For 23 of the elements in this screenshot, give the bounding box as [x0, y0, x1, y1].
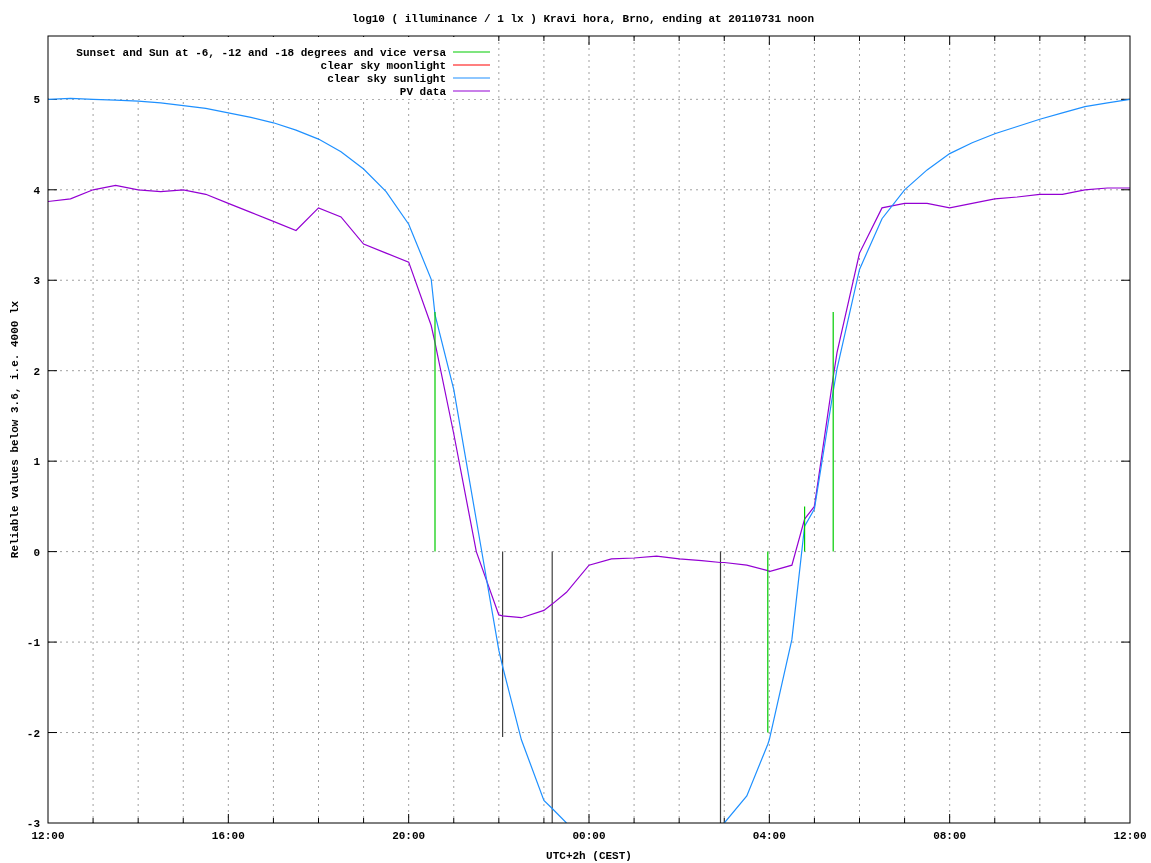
chart-title: log10 ( illuminance / 1 lx ) Kravi hora, Brno, ending at 20110731 noon — [351, 13, 815, 25]
legend-label: clear sky sunlight — [327, 73, 446, 85]
axis-tick-label: -1 — [26, 637, 40, 650]
legend-label: clear sky moonlight — [320, 60, 446, 72]
axis-tick-label: 20:00 — [392, 830, 426, 842]
legend-label: PV data — [399, 86, 446, 98]
axis-tick-label: 08:00 — [933, 830, 967, 842]
axis-tick-label: 4 — [33, 184, 40, 197]
axis-tick-label: -2 — [26, 727, 40, 740]
axis-tick-label: 5 — [33, 94, 40, 107]
axis-title: UTC+2h (CEST) — [546, 850, 632, 862]
axis-tick-label: 2 — [33, 365, 40, 378]
legend-label: Sunset and Sun at -6, -12 and -18 degrees and vice versa — [76, 47, 446, 59]
axis-tick-label: 0 — [33, 546, 40, 559]
axis-tick-label: 1 — [33, 456, 40, 469]
axis-title: Reliable values below 3.6, i.e. 4000 lx — [9, 300, 21, 559]
axis-tick-label: -3 — [26, 818, 40, 830]
axis-tick-label: 04:00 — [752, 830, 786, 842]
axis-tick-label: 12:00 — [31, 830, 65, 842]
axis-tick-label: 3 — [33, 275, 40, 288]
axis-tick-label: 16:00 — [211, 830, 245, 842]
axis-tick-label: 00:00 — [572, 830, 606, 842]
axis-tick-label: 12:00 — [1113, 830, 1147, 842]
